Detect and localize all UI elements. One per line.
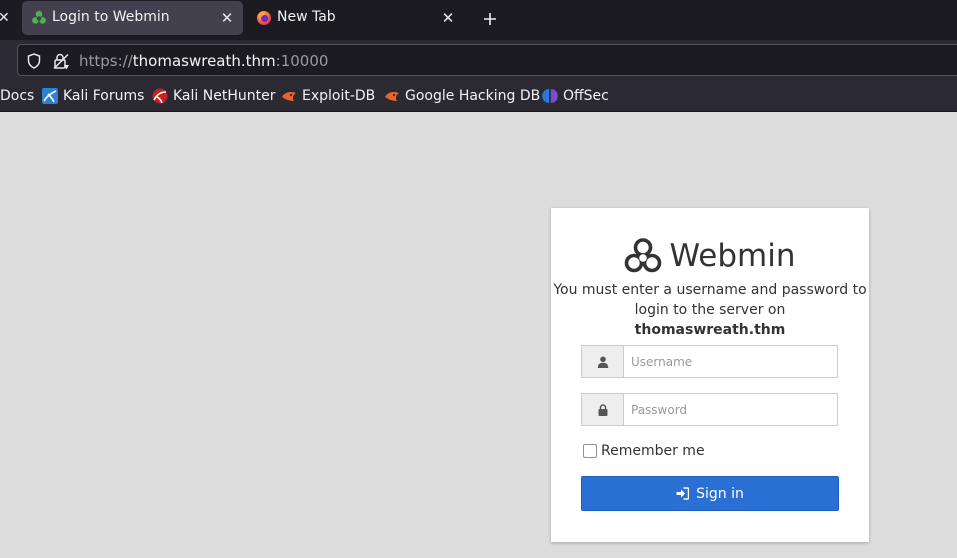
webmin-logo-icon (625, 238, 662, 273)
bookmark-label: Kali NetHunter (173, 88, 276, 104)
bookmark-kali-nethunter[interactable]: Kali NetHunter (152, 80, 275, 112)
login-panel: Webmin You must enter a username and pas… (551, 208, 869, 542)
lock-icon (598, 403, 607, 416)
bookmark-offsec[interactable]: OffSec (542, 80, 609, 112)
username-addon (582, 346, 624, 377)
bookmark-kali-forums[interactable]: Kali Forums (42, 80, 144, 112)
tab-new-tab[interactable]: New Tab ✕ (247, 1, 464, 35)
bookmark-docs[interactable]: Docs (0, 80, 34, 112)
username-input[interactable] (624, 346, 837, 377)
navigation-bar: https://thomaswreath.thm:10000 (0, 40, 957, 80)
kali-forums-icon (42, 88, 58, 104)
username-field-group (581, 345, 838, 378)
kali-nethunter-icon (152, 88, 168, 104)
tab-close-icon[interactable]: ✕ (217, 8, 237, 28)
url-scheme: https:// (79, 52, 133, 70)
tab-title: New Tab (277, 9, 336, 25)
sign-in-icon (676, 487, 690, 500)
ghdb-icon (385, 92, 399, 101)
close-icon[interactable]: ✕ (0, 10, 12, 26)
address-bar[interactable]: https://thomaswreath.thm:10000 (17, 44, 957, 76)
tab-strip: ✕ Login to Webmin ✕ New Tab ✕ (0, 0, 957, 40)
remember-me-row[interactable]: Remember me (583, 443, 705, 459)
insecure-lock-icon[interactable] (52, 52, 70, 70)
new-tab-button[interactable] (478, 7, 502, 31)
url-text: https://thomaswreath.thm:10000 (79, 52, 328, 70)
user-icon (597, 356, 608, 368)
bookmark-label: Kali Forums (63, 88, 145, 104)
tab-login-to-webmin[interactable]: Login to Webmin ✕ (22, 1, 243, 35)
bookmark-label: Docs (0, 88, 35, 104)
tab-title: Login to Webmin (52, 9, 170, 25)
password-addon (582, 394, 624, 425)
remember-me-checkbox[interactable] (583, 444, 597, 458)
sign-in-label: Sign in (696, 485, 744, 502)
login-message: You must enter a username and password t… (553, 282, 867, 318)
password-field-group (581, 393, 838, 426)
bookmark-exploit-db[interactable]: Exploit-DB (281, 80, 375, 112)
tracking-protection-shield-icon[interactable] (27, 53, 41, 69)
url-host: thomaswreath.thm (132, 52, 276, 70)
bookmark-label: OffSec (563, 88, 609, 104)
brand-name: Webmin (669, 238, 796, 274)
bookmark-google-hacking-db[interactable]: Google Hacking DB (384, 80, 540, 112)
webmin-icon (32, 10, 46, 24)
remember-me-label[interactable]: Remember me (601, 443, 705, 459)
exploit-db-icon (282, 92, 296, 101)
url-port: :10000 (275, 52, 329, 70)
firefox-icon (257, 11, 271, 25)
password-input[interactable] (624, 394, 837, 425)
server-hostname: thomaswreath.thm (634, 322, 786, 338)
bookmark-label: Exploit-DB (302, 88, 376, 104)
tab-close-icon[interactable]: ✕ (438, 8, 458, 28)
offsec-icon (542, 89, 558, 103)
brand-header: Webmin (551, 238, 869, 274)
sign-in-button[interactable]: Sign in (581, 476, 839, 511)
plus-icon (484, 13, 496, 25)
bookmark-label: Google Hacking DB (405, 88, 541, 104)
bookmarks-toolbar: Docs Kali Forums Kali NetHunter Exploit-… (0, 80, 957, 112)
